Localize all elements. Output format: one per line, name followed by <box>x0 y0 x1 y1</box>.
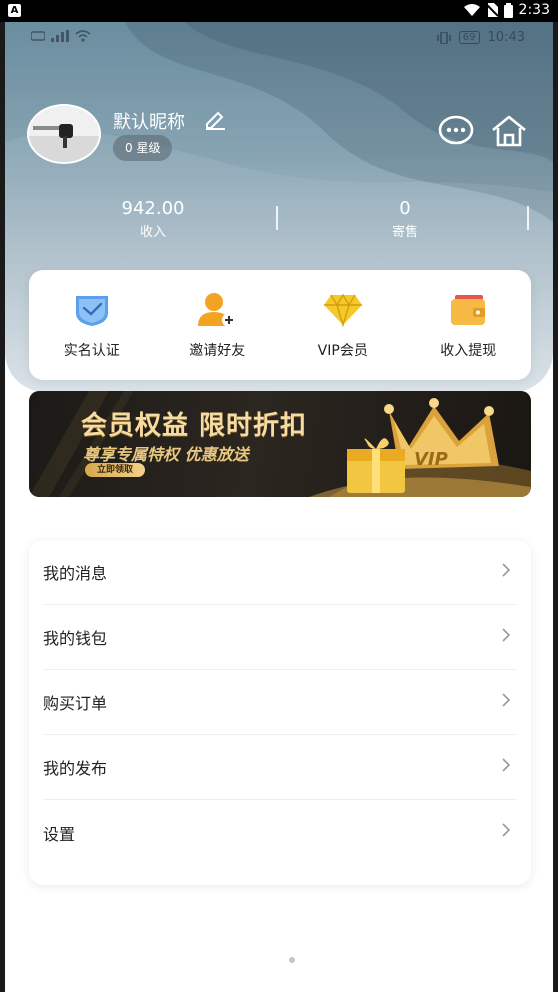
chevron-right-icon <box>502 693 511 707</box>
nickname: 默认昵称 <box>113 112 185 133</box>
stat-divider <box>527 206 529 230</box>
app-screen: 69 10:43 默认昵称 0 星级 942.00 收入 0 寄售 实名认证 邀… <box>5 22 553 992</box>
quick-actions-card: 实名认证 邀请好友 VIP会员 收入提现 <box>29 270 531 380</box>
quick-action-invite[interactable]: 邀请好友 <box>155 270 281 380</box>
quick-action-verification[interactable]: 实名认证 <box>29 270 155 380</box>
notification-icon: A <box>8 4 21 17</box>
banner-vip-badge: VIP <box>414 449 448 470</box>
quick-action-vip[interactable]: VIP会员 <box>280 270 406 380</box>
wifi-icon <box>463 4 480 16</box>
menu-item-label: 我的发布 <box>43 759 108 778</box>
menu-item-label: 我的钱包 <box>43 629 108 648</box>
menu-item-settings[interactable]: 设置 <box>43 800 517 865</box>
system-status-bar: A 2:33 <box>0 0 558 22</box>
stat-divider <box>276 206 278 230</box>
message-icon[interactable] <box>437 114 475 148</box>
chevron-right-icon <box>502 823 511 837</box>
signal-icon <box>51 30 69 42</box>
stat-income-value: 942.00 <box>121 198 185 219</box>
quick-action-label: VIP会员 <box>317 343 368 359</box>
stat-income-label: 收入 <box>139 225 166 240</box>
add-user-icon <box>198 293 237 327</box>
quick-action-label: 实名认证 <box>63 343 120 359</box>
stat-income[interactable]: 942.00 收入 <box>103 198 203 240</box>
hd-icon <box>31 31 45 41</box>
menu-item-orders[interactable]: 购买订单 <box>43 670 517 735</box>
page-indicator <box>289 957 295 963</box>
vip-promo-banner[interactable]: 会员权益 限时折扣 尊享专属特权 优惠放送 立即领取 VIP <box>29 391 531 497</box>
avatar[interactable] <box>27 104 101 164</box>
stat-consignment-value: 0 <box>399 198 411 219</box>
diamond-icon <box>323 293 362 327</box>
quick-action-withdraw[interactable]: 收入提现 <box>406 270 532 380</box>
banner-title: 会员权益 限时折扣 <box>81 411 308 441</box>
banner-subtitle: 尊享专属特权 优惠放送 <box>83 445 249 464</box>
battery-icon <box>503 2 513 18</box>
menu-item-label: 购买订单 <box>43 694 108 713</box>
inner-clock: 10:43 <box>487 30 525 45</box>
battery-level: 69 <box>458 31 480 44</box>
chevron-right-icon <box>502 758 511 772</box>
vibrate-icon <box>437 31 451 44</box>
inner-status-bar: 69 10:43 <box>5 22 553 54</box>
wifi-icon <box>75 30 91 42</box>
menu-item-label: 我的消息 <box>43 564 108 583</box>
no-sim-icon <box>485 3 498 17</box>
chevron-right-icon <box>502 563 511 577</box>
stat-consignment-label: 寄售 <box>391 225 418 240</box>
quick-action-label: 收入提现 <box>440 343 497 359</box>
shield-check-icon <box>75 296 108 326</box>
level-badge: 0 星级 <box>113 135 173 161</box>
edit-icon[interactable] <box>203 108 227 130</box>
menu-item-wallet[interactable]: 我的钱包 <box>43 605 517 670</box>
menu-list: 我的消息 我的钱包 购买订单 我的发布 设置 <box>29 540 531 885</box>
banner-cta-button[interactable]: 立即领取 <box>85 463 146 477</box>
menu-item-label: 设置 <box>43 824 76 844</box>
chevron-right-icon <box>502 628 511 642</box>
home-icon[interactable] <box>490 114 528 148</box>
quick-action-label: 邀请好友 <box>189 343 246 359</box>
menu-item-messages[interactable]: 我的消息 <box>43 540 517 605</box>
stat-consignment[interactable]: 0 寄售 <box>355 198 455 240</box>
menu-item-publications[interactable]: 我的发布 <box>43 735 517 800</box>
wallet-icon <box>451 295 486 325</box>
system-clock: 2:33 <box>518 2 550 18</box>
